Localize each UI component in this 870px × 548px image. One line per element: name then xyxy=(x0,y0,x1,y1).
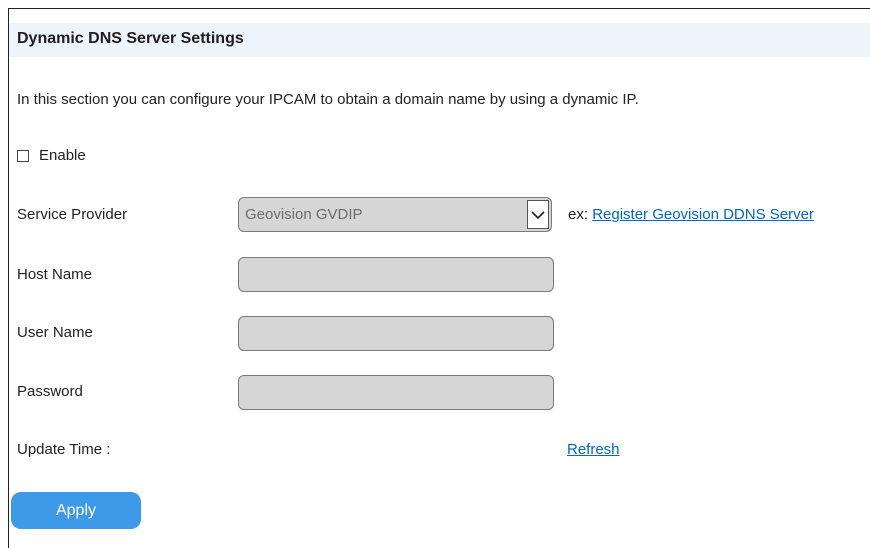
enable-label: Enable xyxy=(39,147,86,164)
refresh-link[interactable]: Refresh xyxy=(567,441,620,458)
password-input[interactable] xyxy=(238,375,554,410)
chevron-down-icon[interactable] xyxy=(527,200,549,229)
host-name-input[interactable] xyxy=(238,257,554,292)
enable-checkbox[interactable] xyxy=(17,149,29,162)
password-label: Password xyxy=(17,383,83,400)
update-time-label: Update Time : xyxy=(17,441,111,458)
enable-row[interactable]: Enable xyxy=(17,147,86,164)
section-description: In this section you can configure your I… xyxy=(17,91,639,108)
user-name-input[interactable] xyxy=(238,316,554,351)
user-name-label: User Name xyxy=(17,324,93,341)
service-provider-select[interactable]: Geovision GVDIP xyxy=(238,197,552,232)
example-prefix: ex: xyxy=(568,206,589,223)
service-provider-label: Service Provider xyxy=(17,206,128,223)
register-ddns-link[interactable]: Register Geovision DDNS Server xyxy=(592,206,814,223)
example-hint: ex: Register Geovision DDNS Server xyxy=(568,206,814,223)
service-provider-value: Geovision GVDIP xyxy=(245,206,363,223)
apply-button[interactable]: Apply xyxy=(11,492,141,529)
host-name-label: Host Name xyxy=(17,266,93,283)
section-title: Dynamic DNS Server Settings xyxy=(17,30,244,47)
